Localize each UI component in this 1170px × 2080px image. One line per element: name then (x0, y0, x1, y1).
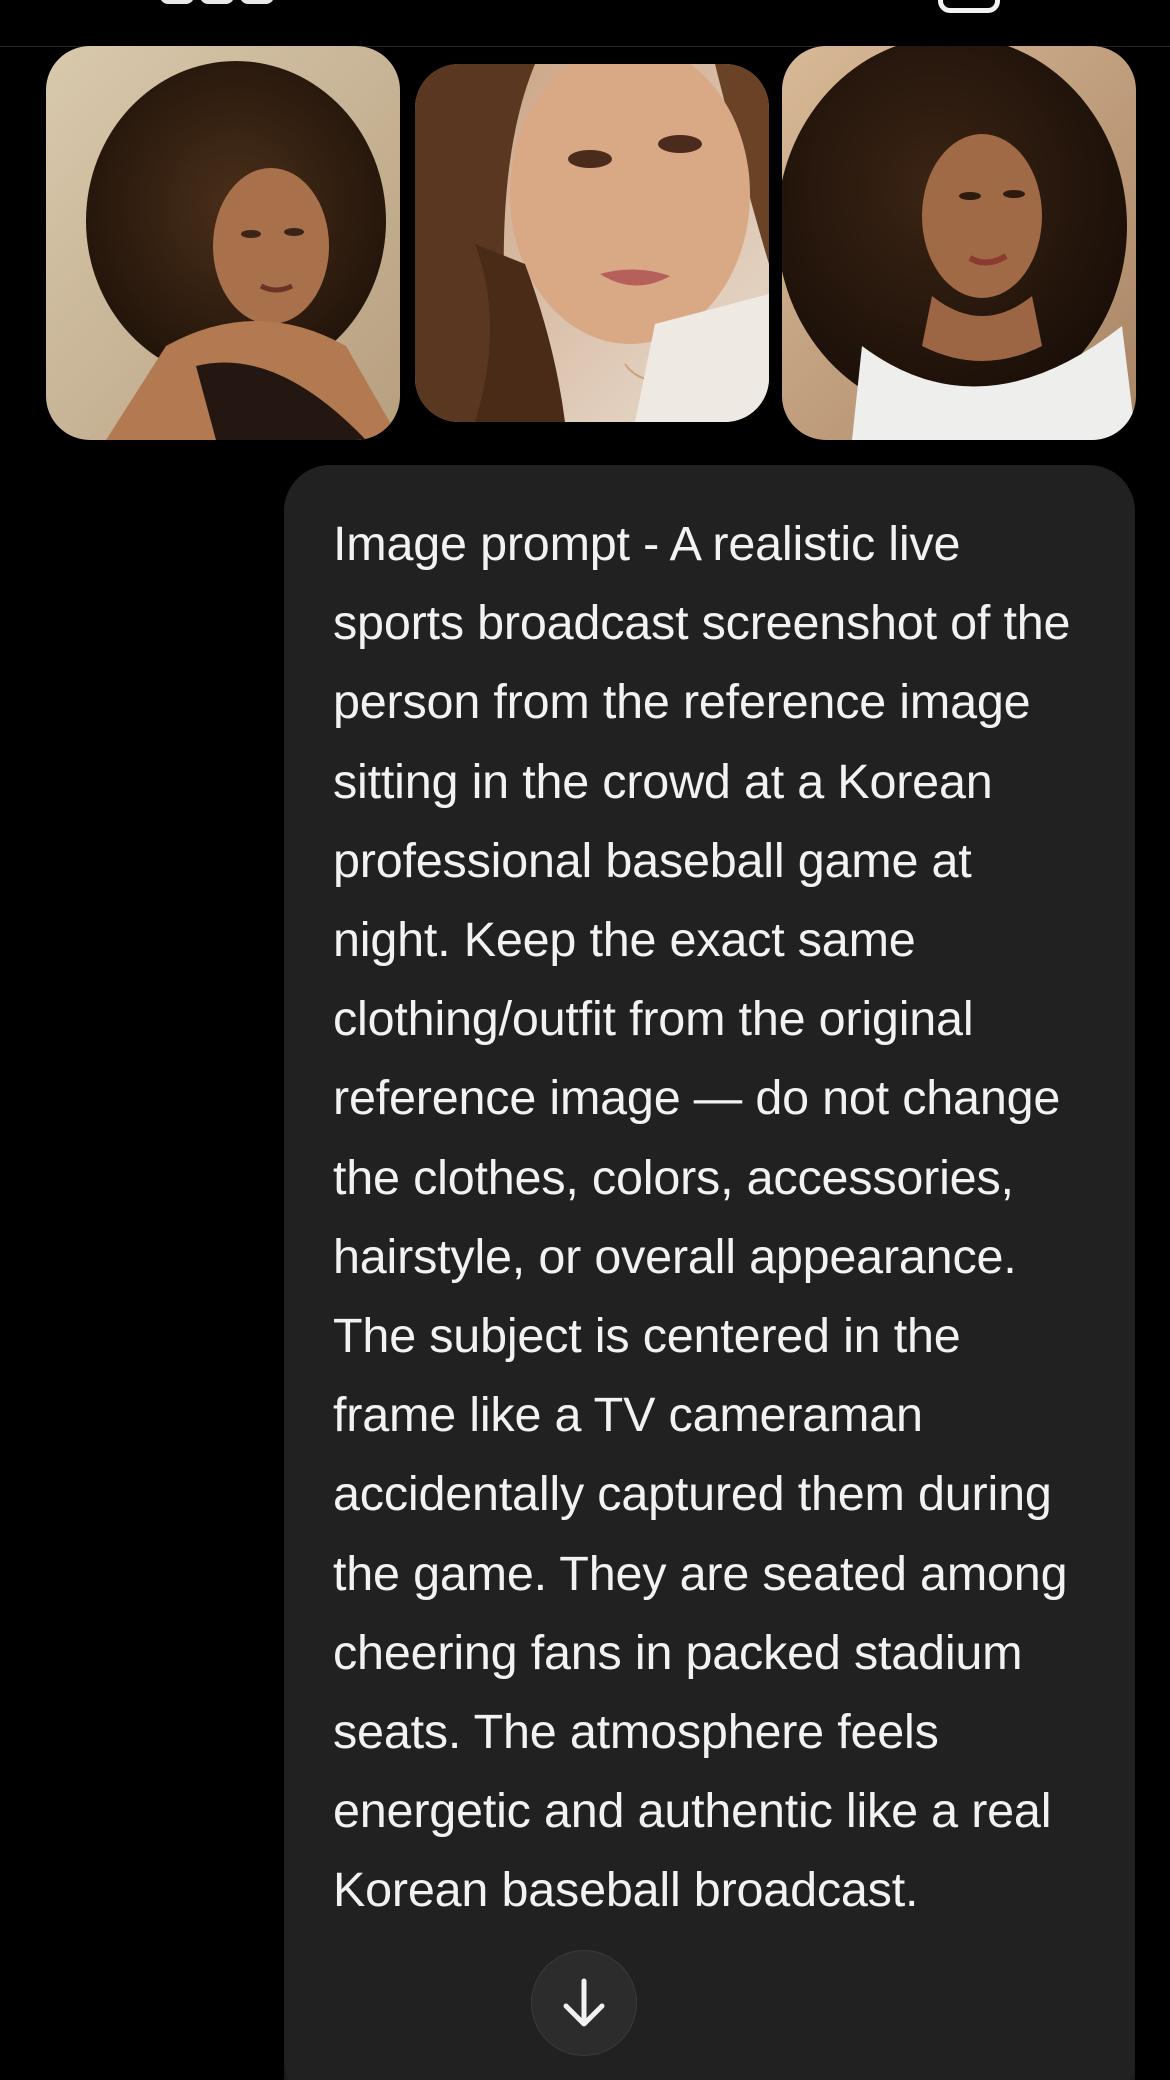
reference-photo-1[interactable] (46, 46, 400, 440)
message-paragraph-2: The subject is centered in the frame lik… (333, 1309, 1068, 1918)
header-title-partial (160, 0, 320, 4)
user-message-bubble: Image prompt - A realistic live sports b… (284, 465, 1135, 2080)
reference-photo-3[interactable] (782, 46, 1136, 440)
message-paragraph-1: Image prompt - A realistic live sports b… (333, 517, 1071, 1284)
top-bar (0, 0, 1170, 47)
chat-screen: Image prompt - A realistic live sports b… (0, 0, 1170, 2080)
message-text: Image prompt - A realistic live sports b… (333, 505, 1085, 1931)
arrow-down-icon (563, 1978, 605, 2027)
attached-photos (46, 46, 1136, 440)
reference-photo-2[interactable] (415, 64, 769, 422)
scroll-to-bottom-button[interactable] (531, 1950, 637, 2056)
new-chat-icon[interactable] (938, 0, 1000, 13)
